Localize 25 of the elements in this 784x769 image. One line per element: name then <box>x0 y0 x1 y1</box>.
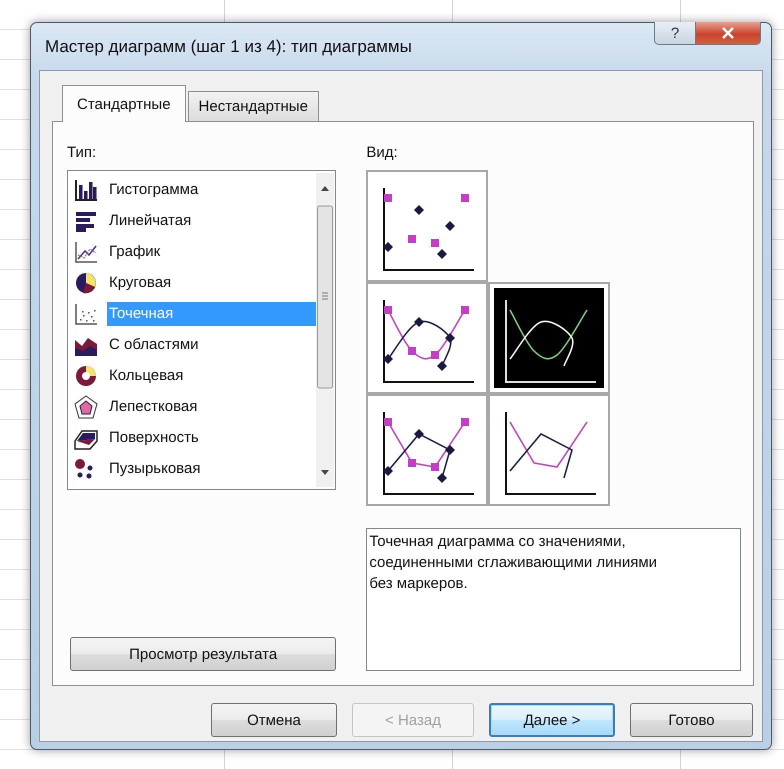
help-button[interactable]: ? <box>654 22 696 45</box>
list-item[interactable]: С областями <box>107 332 316 356</box>
window-title: Мастер диаграмм (шаг 1 из 4): тип диаграммы <box>45 36 412 56</box>
list-item[interactable]: Лепестковая <box>107 394 316 418</box>
tab[interactable]: Стандартные <box>62 85 186 122</box>
preview-button[interactable]: Просмотр результата <box>70 637 336 671</box>
wizard-button[interactable]: Отмена <box>211 703 337 737</box>
radar-chart-icon <box>73 394 99 420</box>
close-icon <box>721 27 735 39</box>
list-item[interactable]: Поверхность <box>107 426 316 450</box>
field-label: Вид: <box>366 144 399 163</box>
close-button[interactable] <box>696 22 761 45</box>
scrollbar[interactable] <box>316 173 334 487</box>
list-item[interactable]: Пузырьковая <box>107 456 316 480</box>
list-item[interactable]: Кольцевая <box>107 364 316 388</box>
list-item[interactable]: Круговая <box>107 270 316 294</box>
list-item[interactable]: График <box>107 240 316 264</box>
list-item[interactable]: Линейчатая <box>107 208 316 232</box>
wizard-button[interactable]: Готово <box>630 703 753 737</box>
chart-subtype-thumbnail[interactable] <box>494 288 604 388</box>
field-label: Тип: <box>67 144 98 163</box>
list-item[interactable]: Гистограмма <box>107 178 316 202</box>
description-text: Точечная диаграмма со значениями, соединенными сглаживающими линиями без маркеров. <box>369 532 658 594</box>
wizard-button[interactable]: Далее > <box>489 703 615 737</box>
tab[interactable]: Нестандартные <box>188 91 319 121</box>
